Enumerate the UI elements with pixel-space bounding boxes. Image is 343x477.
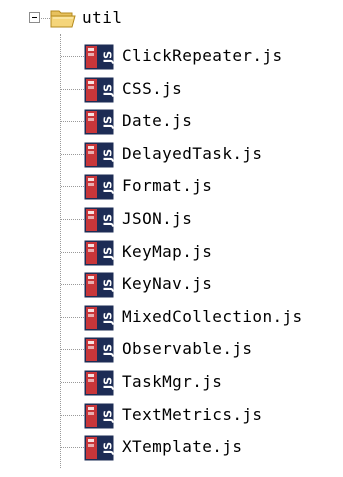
js-file-icon: JS	[84, 44, 114, 70]
tree-folder-util[interactable]: util	[0, 6, 343, 32]
tree-connector-line	[61, 56, 84, 57]
file-label: XTemplate.js	[122, 437, 243, 457]
tree-connector-line	[61, 121, 84, 123]
tree-file-item[interactable]: JS Date.js	[0, 106, 343, 136]
tree-connector-line	[61, 153, 84, 155]
file-label: TextMetrics.js	[122, 404, 263, 424]
svg-text:JS: JS	[102, 116, 115, 129]
tree-connector-line	[61, 447, 84, 449]
tree-connector-line	[61, 219, 84, 220]
tree-file-item[interactable]: JS CSS.js	[0, 74, 343, 104]
js-file-icon: JS	[84, 435, 114, 461]
tree-file-item[interactable]: JS XTemplate.js	[0, 432, 343, 462]
tree-file-item[interactable]: JS DelayedTask.js	[0, 139, 343, 169]
svg-text:JS: JS	[102, 377, 115, 390]
folder-open-icon	[50, 10, 76, 28]
tree-file-item[interactable]: JS Format.js	[0, 171, 343, 201]
svg-text:JS: JS	[102, 181, 115, 194]
svg-text:JS: JS	[102, 149, 115, 162]
file-label: Observable.js	[122, 339, 253, 359]
svg-text:JS: JS	[102, 312, 115, 325]
js-file-icon: JS	[84, 240, 114, 266]
js-file-icon: JS	[84, 403, 114, 429]
js-file-icon: JS	[84, 109, 114, 135]
tree-file-item[interactable]: JS Observable.js	[0, 334, 343, 364]
js-file-icon: JS	[84, 174, 114, 200]
js-file-icon: JS	[84, 305, 114, 331]
svg-text:JS: JS	[102, 214, 115, 227]
svg-text:JS: JS	[102, 279, 115, 292]
tree-file-item[interactable]: JS JSON.js	[0, 204, 343, 234]
js-file-icon: JS	[84, 337, 114, 363]
file-label: Date.js	[122, 111, 193, 131]
file-label: MixedCollection.js	[122, 306, 303, 326]
tree-file-item[interactable]: JS ClickRepeater.js	[0, 41, 343, 71]
js-file-icon: JS	[84, 370, 114, 396]
file-label: JSON.js	[122, 209, 193, 228]
tree-file-item[interactable]: JS TaskMgr.js	[0, 367, 343, 397]
file-label: KeyNav.js	[122, 274, 213, 294]
tree-file-item[interactable]: JS MixedCollection.js	[0, 302, 343, 332]
tree-connector-line	[61, 382, 84, 383]
tree-connector-line	[61, 414, 84, 416]
svg-text:JS: JS	[102, 84, 115, 97]
js-file-icon: JS	[84, 272, 114, 298]
tree-connector-line	[61, 251, 84, 253]
svg-text:JS: JS	[102, 51, 115, 64]
tree-file-item[interactable]: JS KeyNav.js	[0, 269, 343, 299]
svg-text:JS: JS	[102, 344, 115, 357]
tree-connector-line	[61, 284, 84, 286]
js-file-icon: JS	[84, 77, 114, 103]
tree-file-item[interactable]: JS KeyMap.js	[0, 237, 343, 267]
file-tree: util JS ClickRepeater.js JS CSS.js JS Date.js…	[0, 0, 343, 477]
tree-connector-line	[41, 18, 50, 19]
tree-file-item[interactable]: JS TextMetrics.js	[0, 400, 343, 430]
tree-connector-line	[61, 186, 84, 188]
tree-connector-line	[61, 88, 84, 90]
file-label: KeyMap.js	[122, 241, 213, 261]
file-label: TaskMgr.js	[122, 372, 223, 391]
folder-label: util	[82, 8, 123, 27]
js-file-icon: JS	[84, 142, 114, 168]
tree-connector-line	[61, 349, 84, 351]
file-label: DelayedTask.js	[122, 143, 263, 163]
collapse-toggle[interactable]	[29, 12, 40, 23]
js-file-icon: JS	[84, 207, 114, 233]
svg-text:JS: JS	[102, 442, 115, 455]
file-label: ClickRepeater.js	[122, 46, 283, 65]
file-label: Format.js	[122, 176, 213, 196]
file-label: CSS.js	[122, 78, 183, 98]
svg-text:JS: JS	[102, 410, 115, 423]
svg-text:JS: JS	[102, 247, 115, 260]
tree-connector-line	[61, 316, 84, 318]
